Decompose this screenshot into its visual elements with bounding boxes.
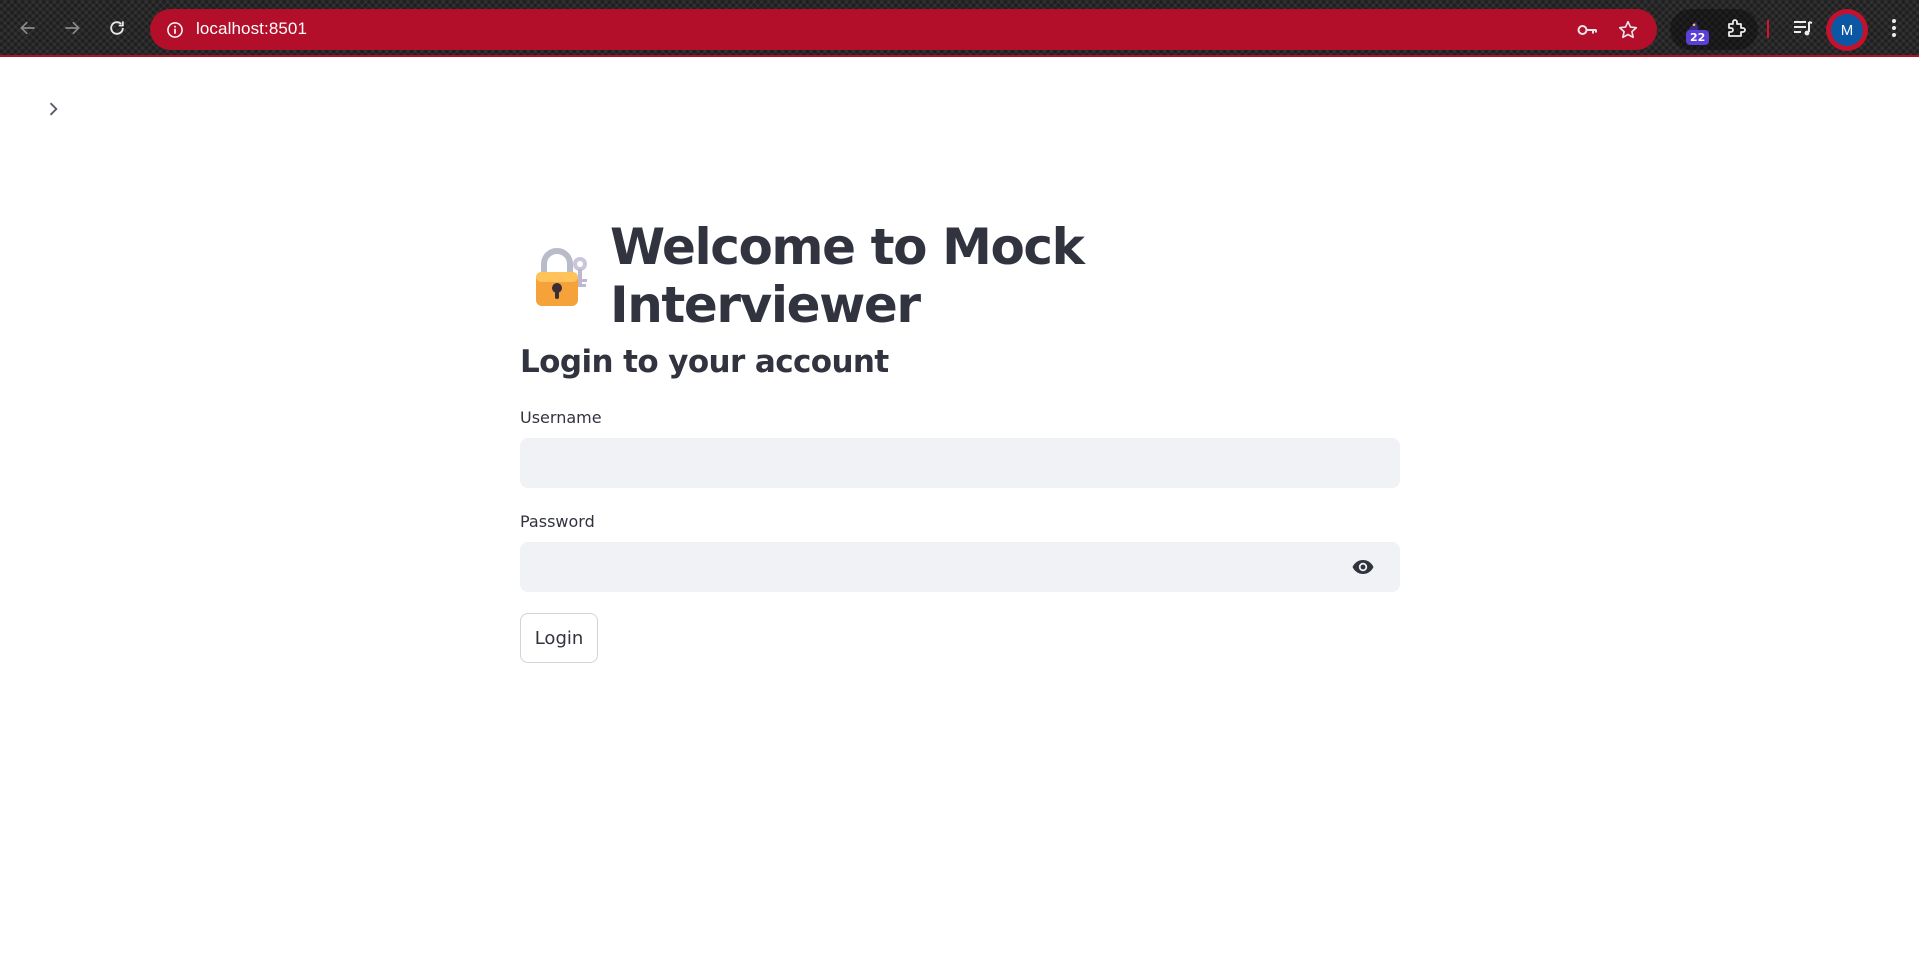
key-icon[interactable] (1575, 18, 1599, 42)
extension-badge: 22 (1686, 30, 1710, 45)
password-label: Password (520, 512, 595, 531)
kebab-menu-icon[interactable] (1880, 14, 1908, 42)
playlist-icon[interactable] (1789, 14, 1817, 42)
password-field-wrapper (520, 542, 1400, 592)
username-input[interactable] (520, 438, 1400, 488)
info-circle-icon[interactable] (162, 17, 188, 43)
browser-toolbar: localhost:8501 22 M (0, 0, 1919, 57)
title-text: Welcome to Mock Interviewer (610, 218, 1085, 334)
puzzle-icon[interactable] (1722, 14, 1750, 42)
username-label: Username (520, 408, 602, 427)
reload-icon[interactable] (103, 14, 131, 42)
address-bar[interactable]: localhost:8501 (150, 9, 1657, 50)
password-input[interactable] (520, 542, 1400, 592)
toolbar-divider (1767, 20, 1769, 38)
chevron-right-icon[interactable] (40, 96, 66, 122)
lock-with-key-emoji (530, 244, 590, 308)
profile-avatar[interactable]: M (1826, 9, 1868, 51)
forward-arrow-icon[interactable] (58, 14, 86, 42)
profile-initial: M (1831, 14, 1863, 46)
eye-icon[interactable] (1350, 555, 1376, 579)
page-title: Welcome to Mock Interviewer (520, 218, 1400, 334)
login-container: Welcome to Mock Interviewer Login to you… (520, 218, 1400, 663)
url-text[interactable]: localhost:8501 (196, 19, 307, 39)
form-heading: Login to your account (520, 344, 889, 380)
username-field-wrapper (520, 438, 1400, 488)
back-arrow-icon[interactable] (14, 14, 42, 42)
star-icon[interactable] (1616, 18, 1640, 42)
login-button[interactable]: Login (520, 613, 598, 663)
